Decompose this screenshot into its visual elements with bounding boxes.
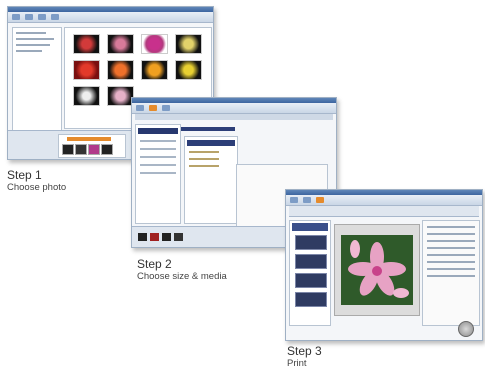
tray-thumbnail[interactable] [75,144,87,155]
toolbar-button[interactable] [25,14,33,20]
media-list-item[interactable] [189,151,219,153]
flower-thumbnail[interactable] [73,34,100,54]
step1-title: Step 1 [7,168,42,182]
flower-thumbnail[interactable] [141,60,168,80]
size-list-item[interactable] [140,148,176,150]
setting-row[interactable] [427,261,475,263]
setting-row[interactable] [427,275,475,277]
tray-thumbnail[interactable] [162,233,171,241]
rail-thumbnail[interactable] [295,273,327,288]
tray-thumbnail[interactable] [101,144,113,155]
rail-thumbnail[interactable] [295,254,327,269]
media-list[interactable] [184,136,238,224]
step1-caption: Step 1 Choose photo [7,168,67,194]
size-list-item[interactable] [140,156,176,158]
step3-title: Step 3 [287,344,322,358]
tray-thumbnail[interactable] [150,233,159,241]
tray-thumbnail[interactable] [62,144,74,155]
toolbar-button[interactable] [290,197,298,203]
tree-item[interactable] [16,38,54,40]
step3-caption: Step 3 Print [287,344,322,370]
tray-thumbnail[interactable] [174,233,183,241]
print-button[interactable] [458,321,474,337]
setting-row[interactable] [427,240,475,242]
media-list-item[interactable] [189,158,219,160]
tree-item[interactable] [16,32,46,34]
toolbar-button[interactable] [162,105,170,111]
media-list-selected[interactable] [187,140,235,146]
toolbar-button[interactable] [51,14,59,20]
setting-row[interactable] [427,268,475,270]
setting-row[interactable] [427,233,475,235]
flower-thumbnail[interactable] [107,60,134,80]
thumbnail-rail[interactable] [289,220,331,326]
flower-photo [341,235,413,305]
media-list-item[interactable] [189,165,219,167]
size-list-item[interactable] [140,172,176,174]
flower-thumbnail[interactable] [107,34,134,54]
flower-thumbnail[interactable] [107,86,134,106]
step2-title: Step 2 [137,257,172,271]
rail-header [292,223,328,231]
screenshot-step3-window [285,189,483,341]
tray-thumbnail[interactable] [138,233,147,241]
tray-header [67,137,111,141]
photo-tray[interactable] [58,134,126,158]
options-bar [135,114,333,120]
setting-row[interactable] [427,226,475,228]
toolbar-button[interactable] [136,105,144,111]
toolbar [8,12,213,23]
step3-subtitle: Print [287,358,307,369]
tray-thumbnail[interactable] [88,144,100,155]
tree-item[interactable] [16,50,42,52]
setting-row[interactable] [427,254,475,256]
flower-thumbnail[interactable] [175,34,202,54]
step2-caption: Step 2 Choose size & media [137,257,227,283]
size-list-item[interactable] [140,164,176,166]
rail-thumbnail[interactable] [295,292,327,307]
toolbar [286,195,482,206]
step2-subtitle: Choose size & media [137,271,227,282]
preview-toolbar [289,206,479,217]
print-settings-panel[interactable] [422,220,480,326]
toolbar-button[interactable] [149,105,157,111]
size-list[interactable] [135,124,181,224]
setting-row[interactable] [427,247,475,249]
flower-thumbnail[interactable] [73,60,100,80]
folder-tree[interactable] [12,27,62,131]
flower-thumbnail[interactable] [141,34,168,54]
toolbar-button[interactable] [316,197,324,203]
flower-thumbnail[interactable] [73,86,100,106]
toolbar-button[interactable] [38,14,46,20]
tree-item[interactable] [16,44,50,46]
step1-subtitle: Choose photo [7,182,67,193]
size-list-selected[interactable] [138,128,178,134]
print-preview [334,224,420,316]
toolbar [132,103,336,114]
flower-thumbnail[interactable] [175,60,202,80]
toolbar-button[interactable] [303,197,311,203]
rail-thumbnail[interactable] [295,235,327,250]
size-list-item[interactable] [140,140,176,142]
toolbar-button[interactable] [12,14,20,20]
